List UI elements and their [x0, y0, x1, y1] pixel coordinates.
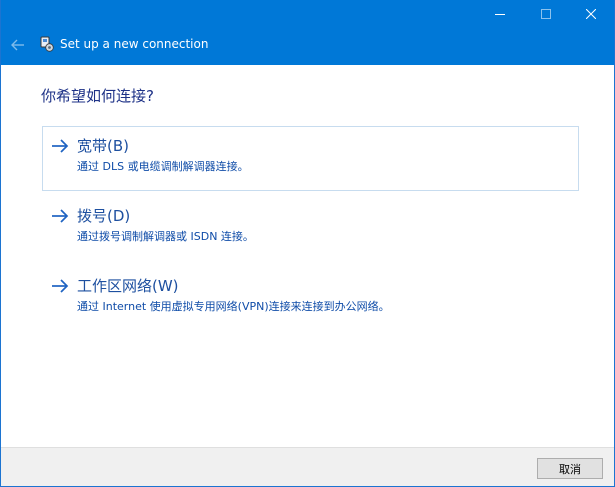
page-heading: 你希望如何连接?: [41, 87, 154, 105]
back-arrow-icon: [11, 39, 24, 51]
network-connection-icon: [40, 36, 54, 52]
option-label: 拨号(D): [77, 207, 131, 225]
close-button[interactable]: [568, 0, 614, 28]
option-description: 通过 Internet 使用虚拟专用网络(VPN)连接来连接到办公网络。: [77, 300, 390, 313]
option-description: 通过 DLS 或电缆调制解调器连接。: [77, 160, 249, 173]
window-title: Set up a new connection: [60, 37, 209, 51]
maximize-icon: [541, 9, 551, 19]
option-description: 通过拨号调制解调器或 ISDN 连接。: [77, 230, 254, 243]
maximize-button[interactable]: [523, 0, 569, 28]
back-button[interactable]: [7, 34, 29, 56]
option-label: 工作区网络(W): [77, 277, 179, 295]
option-label: 宽带(B): [77, 137, 129, 155]
minimize-button[interactable]: [477, 0, 523, 28]
option-dialup[interactable]: 拨号(D) 通过拨号调制解调器或 ISDN 连接。: [42, 196, 579, 261]
arrow-right-icon: [52, 139, 69, 153]
title-bar: Set up a new connection: [1, 0, 614, 65]
arrow-right-icon: [52, 209, 69, 223]
option-workplace-network[interactable]: 工作区网络(W) 通过 Internet 使用虚拟专用网络(VPN)连接来连接到…: [42, 266, 579, 331]
arrow-right-icon: [52, 279, 69, 293]
footer-bar: 取消: [1, 447, 614, 486]
connection-wizard-window: Set up a new connection 你希望如何连接? 宽带(B) 通…: [0, 0, 615, 487]
option-broadband[interactable]: 宽带(B) 通过 DLS 或电缆调制解调器连接。: [42, 126, 579, 191]
minimize-icon: [495, 14, 505, 15]
close-icon: [586, 9, 596, 19]
cancel-button[interactable]: 取消: [537, 458, 603, 479]
